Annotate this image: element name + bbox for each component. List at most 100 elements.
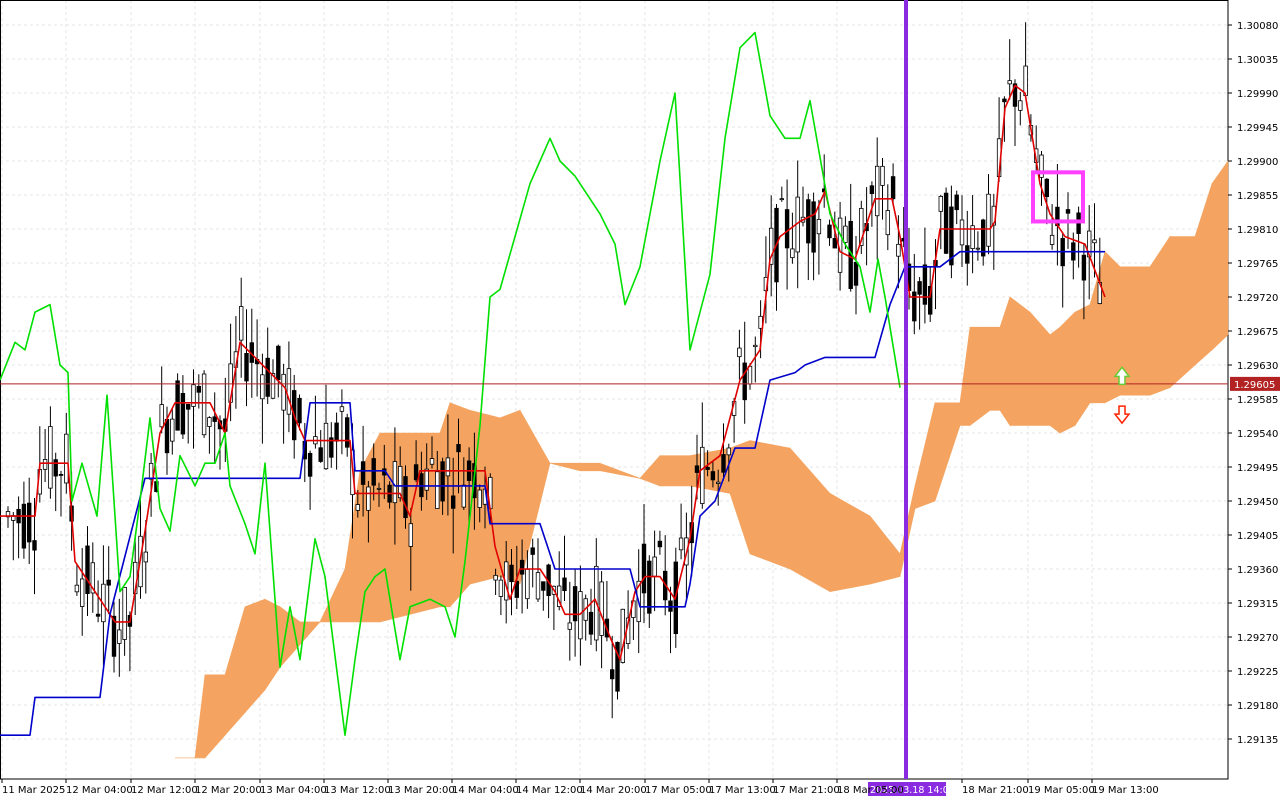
bear-candle bbox=[85, 545, 90, 594]
bull-candle bbox=[875, 165, 880, 217]
bear-candle bbox=[450, 495, 456, 509]
bull-candle bbox=[716, 481, 721, 484]
bull-candle bbox=[599, 581, 604, 636]
bull-candle bbox=[896, 243, 901, 257]
bear-candle bbox=[344, 417, 350, 448]
y-tick-label: 1.29360 bbox=[1237, 565, 1278, 576]
bull-candle bbox=[42, 459, 48, 470]
bull-candle bbox=[1023, 65, 1028, 97]
bear-candle bbox=[572, 586, 578, 622]
bull-candle bbox=[493, 574, 498, 581]
y-tick-label: 1.29630 bbox=[1237, 361, 1278, 372]
bear-candle bbox=[175, 380, 180, 431]
bull-candle bbox=[461, 484, 466, 508]
y-tick-label: 1.29675 bbox=[1237, 327, 1278, 338]
y-tick-label: 1.29180 bbox=[1237, 701, 1278, 712]
bull-candle bbox=[80, 578, 85, 607]
bull-candle bbox=[281, 373, 286, 411]
bear-candle bbox=[106, 579, 111, 586]
bear-candle bbox=[185, 404, 191, 410]
bear-candle bbox=[811, 201, 816, 253]
bear-candle bbox=[657, 540, 663, 548]
y-tick-label: 1.29315 bbox=[1237, 599, 1278, 610]
bear-candle bbox=[869, 185, 875, 195]
bull-candle bbox=[1092, 239, 1097, 244]
cloud-bullish-segment bbox=[969, 326, 991, 427]
bull-candle bbox=[48, 426, 53, 489]
bear-candle bbox=[164, 418, 170, 454]
bear-candle bbox=[943, 192, 949, 254]
bear-candle bbox=[610, 669, 615, 680]
bull-candle bbox=[445, 457, 451, 477]
bull-candle bbox=[700, 446, 705, 504]
bull-candle bbox=[880, 165, 885, 186]
bear-candle bbox=[509, 564, 514, 583]
bear-candle bbox=[1002, 98, 1007, 103]
chart-canvas[interactable]: 2025.03.18 14:00 1.300801.300351.299901.… bbox=[0, 0, 1280, 800]
bear-candle bbox=[26, 502, 32, 543]
bear-candle bbox=[32, 540, 37, 551]
bull-candle bbox=[525, 568, 530, 600]
y-tick-label: 1.30035 bbox=[1237, 55, 1278, 66]
y-tick-label: 1.29135 bbox=[1237, 735, 1278, 746]
bear-candle bbox=[360, 461, 366, 485]
bull-candle bbox=[816, 218, 822, 235]
bear-candle bbox=[212, 416, 217, 422]
bear-candle bbox=[1044, 178, 1049, 198]
bull-candle bbox=[339, 406, 345, 412]
bear-candle bbox=[371, 458, 376, 486]
current-price-label: 1.29605 bbox=[1234, 380, 1275, 391]
y-tick-label: 1.29765 bbox=[1237, 259, 1278, 270]
bear-candle bbox=[519, 559, 525, 575]
bull-candle bbox=[207, 417, 212, 427]
bull-candle bbox=[737, 347, 742, 358]
bull-candle bbox=[726, 447, 731, 456]
bull-candle bbox=[747, 365, 753, 385]
bear-candle bbox=[694, 465, 700, 473]
x-tick-label: 17 Mar 05:00 bbox=[645, 785, 712, 796]
bull-candle bbox=[986, 193, 991, 247]
bull-candle bbox=[64, 433, 69, 484]
bull-candle bbox=[148, 462, 154, 480]
bull-candle bbox=[1007, 80, 1012, 85]
bear-candle bbox=[541, 581, 546, 591]
y-tick-label: 1.29720 bbox=[1237, 293, 1278, 304]
cloud-bullish-segment bbox=[1049, 326, 1061, 434]
bull-candle bbox=[1018, 100, 1023, 111]
ichimoku-chart[interactable]: 2025.03.18 14:00 1.30080 1.30035 1.29990 1.… bbox=[0, 0, 1280, 800]
x-tick-label: 19 Mar 13:00 bbox=[1092, 785, 1159, 796]
bull-candle bbox=[238, 306, 244, 341]
bull-candle bbox=[498, 579, 504, 597]
bear-candle bbox=[954, 194, 959, 211]
y-tick-label: 1.29540 bbox=[1237, 429, 1278, 440]
bear-candle bbox=[827, 224, 832, 239]
bear-candle bbox=[806, 199, 811, 244]
y-tick-label: 1.29405 bbox=[1237, 531, 1278, 542]
bull-candle bbox=[535, 572, 541, 600]
bear-candle bbox=[641, 543, 647, 594]
bull-candle bbox=[201, 373, 207, 436]
bull-candle bbox=[74, 584, 80, 593]
bear-candle bbox=[180, 393, 186, 435]
bull-candle bbox=[122, 587, 127, 640]
x-tick-label: 17 Mar 21:00 bbox=[773, 785, 840, 796]
y-tick-label: 1.30080 bbox=[1237, 21, 1278, 32]
x-tick-label: 14 Mar 04:00 bbox=[452, 785, 519, 796]
cloud-bullish-segment bbox=[1009, 296, 1031, 426]
x-tick-label: 14 Mar 20:00 bbox=[580, 785, 647, 796]
bull-candle bbox=[366, 486, 371, 511]
bear-candle bbox=[562, 577, 567, 592]
bear-candle bbox=[318, 447, 323, 462]
bear-candle bbox=[95, 613, 101, 617]
x-tick-label: 13 Mar 20:00 bbox=[388, 785, 455, 796]
x-tick-label: 11 Mar 2025 bbox=[2, 785, 65, 796]
bear-candle bbox=[721, 454, 726, 473]
bear-candle bbox=[413, 464, 419, 481]
bull-candle bbox=[424, 468, 429, 491]
bear-candle bbox=[334, 422, 339, 442]
y-tick-label: 1.29450 bbox=[1237, 497, 1278, 508]
bear-candle bbox=[922, 264, 928, 305]
y-tick-label: 1.29945 bbox=[1237, 123, 1278, 134]
bear-candle bbox=[890, 176, 896, 200]
bull-candle bbox=[477, 489, 482, 508]
